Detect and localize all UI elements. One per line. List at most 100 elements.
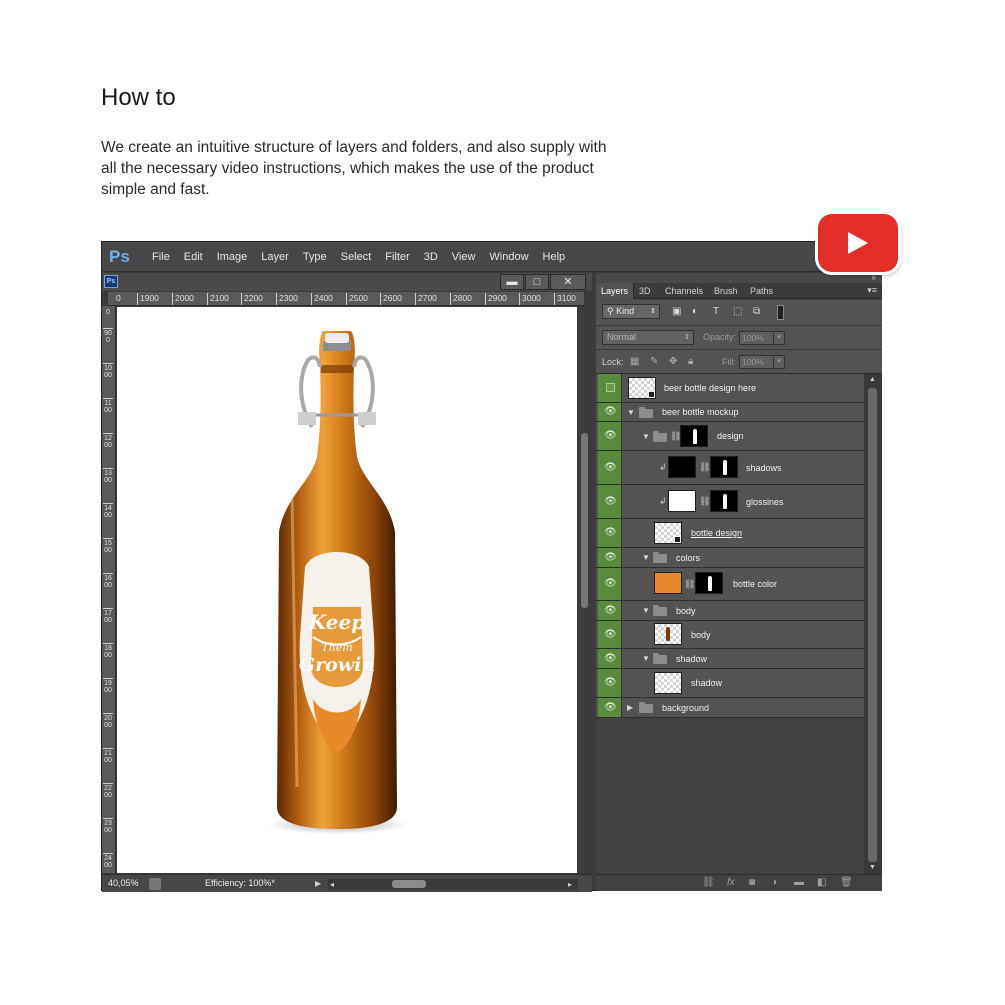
canvas-vertical-scroll-thumb[interactable]: [581, 433, 588, 608]
filter-kind-select[interactable]: ⚲ Kind ⇕: [602, 304, 660, 319]
document-canvas[interactable]: Keep Them Growin: [117, 307, 577, 873]
tab-brush[interactable]: Brush: [709, 283, 743, 299]
visibility-toggle[interactable]: 👁︎: [598, 548, 622, 567]
new-adjustment-layer-icon[interactable]: ◑: [771, 877, 777, 888]
layer-thumbnail: [654, 672, 682, 694]
chevron-down-icon[interactable]: ▼: [642, 432, 650, 441]
opacity-dropdown-icon[interactable]: ▾: [773, 331, 785, 345]
status-bar: 40,05% Efficiency: 100%* ▶ ◂ ▸: [102, 874, 592, 892]
visibility-toggle[interactable]: 👁︎: [598, 403, 622, 421]
visibility-toggle[interactable]: 👁︎: [598, 649, 622, 668]
ruler-tick: 2000: [103, 713, 113, 729]
menu-layer[interactable]: Layer: [254, 242, 296, 272]
layer-filter-row: ⚲ Kind ⇕ ▣ ◐ T ⬚ ⧉: [596, 300, 882, 326]
menu-view[interactable]: View: [445, 242, 483, 272]
layer-row[interactable]: 👁︎ shadow: [596, 669, 864, 698]
layer-group-row[interactable]: 👁︎ ▼ ⛓︎ design: [596, 422, 864, 451]
intro-text: We create an intuitive structure of laye…: [101, 139, 607, 198]
layer-group-row[interactable]: 👁︎ ▼ shadow: [596, 649, 864, 669]
menu-filter[interactable]: Filter: [378, 242, 416, 272]
menu-window[interactable]: Window: [482, 242, 535, 272]
new-group-folder-icon[interactable]: ▬: [794, 877, 804, 888]
panel-menu-icon[interactable]: ▾≡: [867, 285, 877, 296]
chevron-down-icon[interactable]: ▼: [642, 606, 650, 615]
visibility-toggle[interactable]: 👁︎: [598, 621, 622, 648]
lock-image-brush-icon[interactable]: ✎: [650, 356, 658, 367]
folder-icon: [653, 552, 667, 563]
layers-scrollbar[interactable]: ▲ ▼: [864, 374, 882, 874]
youtube-play-button[interactable]: [818, 214, 898, 272]
close-button[interactable]: ✕: [550, 274, 586, 290]
menu-3d[interactable]: 3D: [417, 242, 445, 272]
doc-info-icon[interactable]: [149, 878, 161, 890]
layer-group-row[interactable]: 👁︎ ▼ colors: [596, 548, 864, 568]
zoom-level[interactable]: 40,05%: [108, 878, 139, 888]
filter-toggle-switch[interactable]: [777, 305, 784, 320]
tab-3d[interactable]: 3D: [634, 283, 656, 299]
scroll-up-arrow-icon[interactable]: ▲: [869, 376, 876, 383]
chevron-down-icon[interactable]: ▼: [627, 408, 635, 417]
chevron-updown-icon: ⇕: [684, 334, 690, 341]
visibility-toggle[interactable]: [598, 374, 622, 402]
layer-style-fx-icon[interactable]: fx: [727, 877, 735, 888]
canvas-horizontal-scroll-thumb[interactable]: [392, 880, 426, 888]
visibility-toggle[interactable]: 👁︎: [598, 485, 622, 518]
menu-edit[interactable]: Edit: [177, 242, 210, 272]
lock-position-move-icon[interactable]: ✥: [669, 356, 677, 367]
layers-scroll-thumb[interactable]: [868, 388, 877, 862]
layers-panel: » Layers 3D Channels Brush Paths ▾≡ ⚲ Ki…: [596, 273, 882, 891]
filter-adjustment-icon[interactable]: ◐: [692, 306, 698, 317]
smart-object-badge-icon: [674, 536, 681, 543]
fill-dropdown-icon[interactable]: ▾: [773, 355, 785, 369]
restore-button[interactable]: □: [525, 274, 549, 290]
menu-type[interactable]: Type: [296, 242, 334, 272]
menu-image[interactable]: Image: [210, 242, 255, 272]
visibility-toggle[interactable]: 👁︎: [598, 568, 622, 600]
menu-select[interactable]: Select: [334, 242, 379, 272]
visibility-toggle[interactable]: 👁︎: [598, 698, 622, 717]
tab-paths[interactable]: Paths: [745, 283, 778, 299]
status-menu-arrow-icon[interactable]: ▶: [315, 879, 321, 888]
layer-group-row[interactable]: 👁︎ ▼ beer bottle mockup: [596, 403, 864, 422]
add-mask-icon[interactable]: ◙: [749, 877, 755, 888]
visibility-toggle[interactable]: 👁︎: [598, 519, 622, 547]
scroll-right-arrow-icon[interactable]: ▸: [568, 880, 572, 889]
new-layer-icon[interactable]: ◧: [817, 877, 826, 888]
lock-transparent-icon[interactable]: ▦: [630, 356, 639, 367]
menu-file[interactable]: File: [145, 242, 177, 272]
layer-row[interactable]: 👁︎ bottle design: [596, 519, 864, 548]
canvas-horizontal-scrollbar[interactable]: ◂ ▸: [328, 879, 578, 890]
filter-type-icon[interactable]: T: [713, 306, 719, 317]
layer-group-row[interactable]: 👁︎ ▶ background: [596, 698, 864, 718]
visibility-toggle[interactable]: 👁︎: [598, 601, 622, 620]
layer-name: glossines: [746, 497, 784, 507]
canvas-vertical-scrollbar[interactable]: [579, 307, 590, 873]
minimize-button[interactable]: ▬: [500, 274, 524, 290]
scroll-down-arrow-icon[interactable]: ▼: [869, 864, 876, 871]
panel-collapse-icon[interactable]: »: [872, 273, 876, 282]
layer-row[interactable]: 👁︎ ↲ ⛓︎ glossines: [596, 485, 864, 519]
layer-row[interactable]: 👁︎ body: [596, 621, 864, 649]
layer-row[interactable]: beer bottle design here: [596, 374, 864, 403]
visibility-toggle[interactable]: 👁︎: [598, 451, 622, 484]
chevron-down-icon[interactable]: ▼: [642, 654, 650, 663]
lock-all-padlock-icon[interactable]: 🔒︎: [688, 356, 693, 367]
layer-row[interactable]: 👁︎ ↲ ⛓︎ shadows: [596, 451, 864, 485]
layer-row[interactable]: 👁︎ ⛓︎ bottle color: [596, 568, 864, 601]
visibility-toggle[interactable]: 👁︎: [598, 669, 622, 697]
scroll-left-arrow-icon[interactable]: ◂: [330, 880, 334, 889]
link-layers-icon[interactable]: ⛓︎: [702, 877, 715, 888]
chevron-right-icon[interactable]: ▶: [627, 703, 633, 712]
blend-mode-select[interactable]: Normal ⇕: [602, 330, 694, 345]
delete-layer-trash-icon[interactable]: 🗑︎: [840, 877, 853, 888]
filter-smart-object-icon[interactable]: ⧉: [753, 306, 760, 317]
layer-group-row[interactable]: 👁︎ ▼ body: [596, 601, 864, 621]
filter-shape-icon[interactable]: ⬚: [733, 306, 742, 317]
menu-help[interactable]: Help: [536, 242, 573, 272]
filter-pixel-icon[interactable]: ▣: [672, 306, 681, 317]
ruler-tick: 2400: [311, 293, 333, 305]
chevron-down-icon[interactable]: ▼: [642, 553, 650, 562]
tab-channels[interactable]: Channels: [660, 283, 708, 299]
visibility-toggle[interactable]: 👁︎: [598, 422, 622, 450]
tab-layers[interactable]: Layers: [596, 283, 635, 299]
